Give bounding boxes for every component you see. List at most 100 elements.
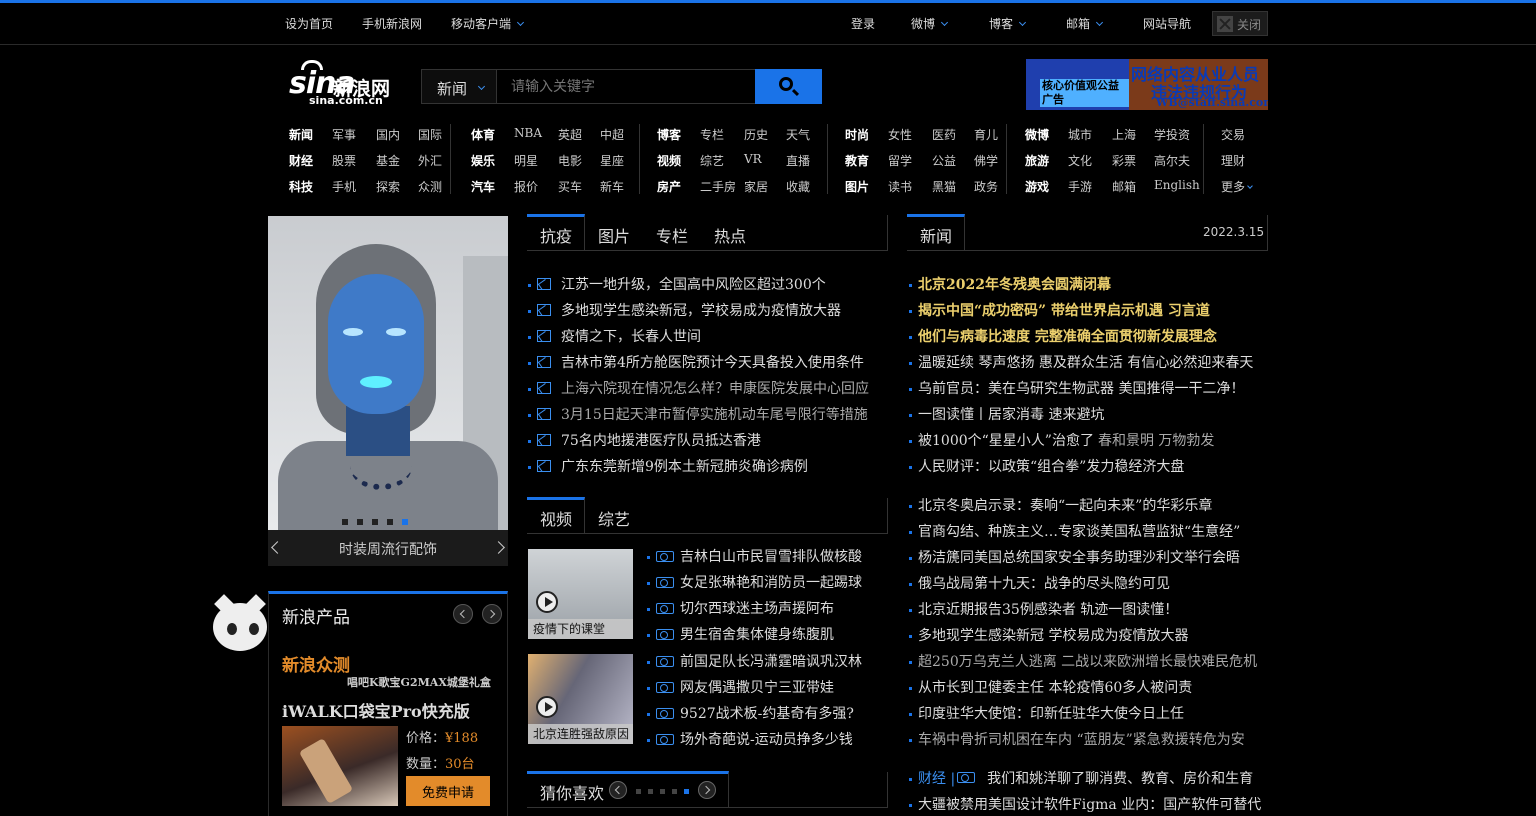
news-item[interactable]: 多地现学生感染新冠 学校易成为疫情放大器 [909, 626, 1188, 646]
nav-link[interactable]: 娱乐 [471, 152, 495, 169]
tab-hot[interactable]: 热点 [714, 223, 746, 247]
nav-link[interactable]: 政务 [974, 178, 998, 195]
nav-link[interactable]: 天气 [786, 126, 810, 143]
news-item[interactable]: 北京冬奥启示录：奏响“一起向未来”的华彩乐章 [909, 496, 1212, 516]
nav-link[interactable]: 学投资 [1154, 126, 1190, 143]
search-button[interactable] [755, 69, 822, 104]
weibo-menu[interactable]: 微博 [911, 15, 949, 32]
nav-link[interactable]: 微博 [1025, 126, 1049, 143]
nav-link[interactable]: 专栏 [700, 126, 724, 143]
nav-link[interactable]: 国际 [418, 126, 442, 143]
tab-pictures[interactable]: 图片 [598, 223, 630, 247]
news-item[interactable]: 超250万乌克兰人逃离 二战以来欧洲增长最快难民危机 [909, 652, 1257, 672]
nav-link[interactable]: 游戏 [1025, 178, 1049, 195]
nav-link[interactable]: 旅游 [1025, 152, 1049, 169]
nav-link[interactable]: 读书 [888, 178, 912, 195]
video-news-item[interactable]: 9527战术板-约基奇有多强? [647, 704, 854, 724]
slide-dot[interactable] [387, 519, 393, 525]
slide-dot[interactable] [357, 519, 363, 525]
nav-link[interactable]: 体育 [471, 126, 495, 143]
video-news-item[interactable]: 网友偶遇撒贝宁三亚带娃 [647, 678, 834, 698]
nav-link[interactable]: 汽车 [471, 178, 495, 195]
set-home-link[interactable]: 设为首页 [285, 15, 333, 32]
nav-link[interactable]: 明星 [514, 152, 538, 169]
nav-link[interactable]: 交易 [1221, 126, 1245, 143]
nav-link[interactable]: 彩票 [1112, 152, 1136, 169]
nav-link[interactable]: 公益 [932, 152, 956, 169]
nav-link[interactable]: 家居 [744, 178, 768, 195]
video-thumbnail[interactable]: 疫情下的课堂 [528, 549, 633, 639]
search-input[interactable] [496, 69, 756, 104]
tab-news[interactable]: 新闻 [920, 223, 952, 247]
nav-link[interactable]: 英超 [558, 126, 582, 143]
search-category-select[interactable]: 新闻 [421, 69, 497, 104]
nav-link[interactable]: 报价 [514, 178, 538, 195]
zhongce-brand[interactable]: 新浪众测 [282, 651, 350, 676]
nav-link[interactable]: 更多 [1221, 178, 1253, 195]
free-apply-button[interactable]: 免费申请 [406, 776, 490, 806]
epidemic-news-item[interactable]: 江苏一地升级，全国高中风险区超过300个 [528, 275, 826, 295]
news-item[interactable]: 北京近期报告35例感染者 轨迹一图读懂！ [909, 600, 1178, 620]
video-news-item[interactable]: 切尔西球迷主场声援阿布 [647, 599, 834, 619]
guess-dot-active[interactable] [684, 789, 689, 794]
news-item[interactable]: 温暖延续 琴声悠扬 惠及群众生活 有信心必然迎来春天 [909, 353, 1253, 373]
nav-link[interactable]: 外汇 [418, 152, 442, 169]
slide-dot-active[interactable] [402, 519, 408, 525]
guess-dot[interactable] [636, 789, 641, 794]
news-item[interactable]: 被1000个“星星小人”治愈了 春和景明 万物勃发 [909, 431, 1214, 451]
video-news-item[interactable]: 吉林白山市民冒雪排队做核酸 [647, 547, 862, 567]
top-banner-ad[interactable]: 核心价值观公益广告 网络内容从业人员 违法违规行为 WB@staff.sina.… [1026, 59, 1268, 110]
nav-link[interactable]: 佛学 [974, 152, 998, 169]
nav-link[interactable]: 军事 [332, 126, 356, 143]
finance-tag[interactable]: 财经 | [918, 771, 955, 787]
tab-variety[interactable]: 综艺 [598, 506, 630, 530]
nav-link[interactable]: 黑猫 [932, 178, 956, 195]
nav-link[interactable]: 博客 [657, 126, 681, 143]
nav-link[interactable]: English [1154, 178, 1200, 192]
sina-logo[interactable]: sina 新浪网 sina.com.cn [289, 60, 401, 108]
nav-link[interactable]: 时尚 [845, 126, 869, 143]
blog-menu[interactable]: 博客 [989, 15, 1027, 32]
nav-link[interactable]: 医药 [932, 126, 956, 143]
nav-link[interactable]: 直播 [786, 152, 810, 169]
news-item[interactable]: 大疆被禁用美国设计软件Figma 业内：国产软件可替代 [909, 795, 1261, 815]
guess-prev-button[interactable] [609, 781, 627, 799]
epidemic-news-item[interactable]: 75名内地援港医疗队员抵达香港 [528, 431, 761, 451]
video-news-item[interactable]: 男生宿舍集体健身练腹肌 [647, 625, 834, 645]
slide-dot[interactable] [372, 519, 378, 525]
product-title[interactable]: iWALK口袋宝Pro快充版 [282, 698, 470, 722]
video-news-item[interactable]: 场外奇葩说-运动员挣多少钱 [647, 730, 853, 750]
nav-link[interactable]: 城市 [1068, 126, 1092, 143]
site-nav-link[interactable]: 网站导航 [1143, 15, 1191, 32]
nav-link[interactable]: 高尔夫 [1154, 152, 1190, 169]
nav-link[interactable]: NBA [514, 126, 542, 140]
nav-link[interactable]: 收藏 [786, 178, 810, 195]
product-image[interactable] [282, 726, 398, 806]
nav-link[interactable]: 育儿 [974, 126, 998, 143]
finance-news-item[interactable]: 财经 | 我们和姚洋聊了聊消费、教育、房价和生育 [909, 769, 1253, 789]
epidemic-news-item[interactable]: 吉林市第4所方舱医院预计今天具备投入使用条件 [528, 353, 864, 373]
close-button[interactable]: 关闭 [1212, 11, 1268, 36]
nav-link[interactable]: 新车 [600, 178, 624, 195]
video-news-item[interactable]: 前国足队长冯潇霆暗讽巩汉林 [647, 652, 862, 672]
tab-columns[interactable]: 专栏 [656, 223, 688, 247]
epidemic-news-item[interactable]: 广东东莞新增9例本土新冠肺炎确诊病例 [528, 457, 808, 477]
nav-link[interactable]: 房产 [657, 178, 681, 195]
video-news-item[interactable]: 女足张琳艳和消防员一起踢球 [647, 573, 862, 593]
nav-link[interactable]: 文化 [1068, 152, 1092, 169]
nav-link[interactable]: 历史 [744, 126, 768, 143]
nav-link[interactable]: 基金 [376, 152, 400, 169]
nav-link[interactable]: 中超 [600, 126, 624, 143]
nav-link[interactable]: 手机 [332, 178, 356, 195]
tab-epidemic[interactable]: 抗疫 [540, 223, 572, 247]
products-prev-button[interactable] [453, 604, 473, 624]
headline-news-item[interactable]: 揭示中国“成功密码” 带给世界启示机遇 习言道 [909, 301, 1210, 321]
mascot-cat-icon[interactable] [205, 594, 273, 659]
nav-link[interactable]: 邮箱 [1112, 178, 1136, 195]
tab-video[interactable]: 视频 [540, 506, 572, 530]
nav-link[interactable]: 探索 [376, 178, 400, 195]
nav-link[interactable]: 教育 [845, 152, 869, 169]
epidemic-news-item[interactable]: 多地现学生感染新冠，学校易成为疫情放大器 [528, 301, 841, 321]
photo-slideshow[interactable]: 时装周流行配饰 [268, 216, 508, 566]
nav-link[interactable]: 手游 [1068, 178, 1092, 195]
